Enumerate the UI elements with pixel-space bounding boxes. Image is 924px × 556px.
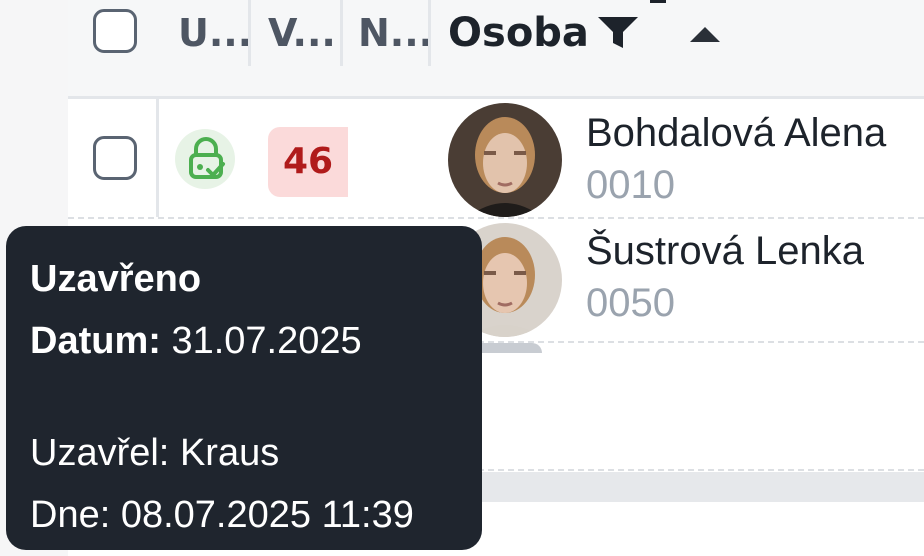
person-name[interactable]: Bohdalová Alena: [586, 111, 886, 156]
header-mark: [650, 0, 666, 3]
status-tooltip: Uzavřeno Datum: 31.07.2025 Uzavřel: Krau…: [6, 226, 482, 550]
column-separator[interactable]: [248, 0, 251, 66]
tooltip-date-value: 31.07.2025: [171, 320, 362, 362]
avatar: [448, 103, 562, 217]
tooltip-on-label: Dne:: [30, 494, 111, 536]
tooltip-date-label: Datum:: [30, 320, 161, 362]
tooltip-closed-by-label: Uzavřel:: [30, 432, 170, 474]
tooltip-date: Datum: 31.07.2025: [30, 310, 482, 372]
column-header-v[interactable]: V...: [268, 8, 336, 58]
lock-check-icon[interactable]: [175, 129, 235, 189]
person-code: 0050: [586, 281, 675, 325]
column-header-n[interactable]: N...: [358, 8, 433, 58]
tooltip-on: Dne: 08.07.2025 11:39: [30, 484, 482, 546]
column-separator: [156, 99, 159, 217]
person-code: 0010: [586, 163, 675, 207]
person-name[interactable]: Šustrová Lenka: [586, 229, 864, 274]
row-checkbox[interactable]: [93, 136, 137, 180]
column-header-osoba[interactable]: Osoba: [448, 8, 589, 58]
sort-ascending-icon[interactable]: [686, 24, 724, 44]
tooltip-on-value: 08.07.2025 11:39: [120, 494, 414, 536]
grid-header: U... V... N... Osoba: [68, 0, 924, 99]
column-header-u[interactable]: U...: [178, 8, 252, 58]
tooltip-status: Uzavřeno: [30, 258, 202, 300]
select-all-checkbox[interactable]: [93, 9, 137, 53]
tooltip-closed-by: Uzavřel: Kraus: [30, 422, 482, 484]
table-row[interactable]: 46 Bohdalová Alena 0010: [68, 99, 924, 219]
column-separator[interactable]: [428, 0, 431, 66]
tooltip-closed-by-value: Kraus: [179, 432, 280, 474]
column-separator[interactable]: [340, 0, 343, 66]
count-badge: 46: [268, 127, 348, 197]
filter-icon[interactable]: [596, 14, 640, 50]
